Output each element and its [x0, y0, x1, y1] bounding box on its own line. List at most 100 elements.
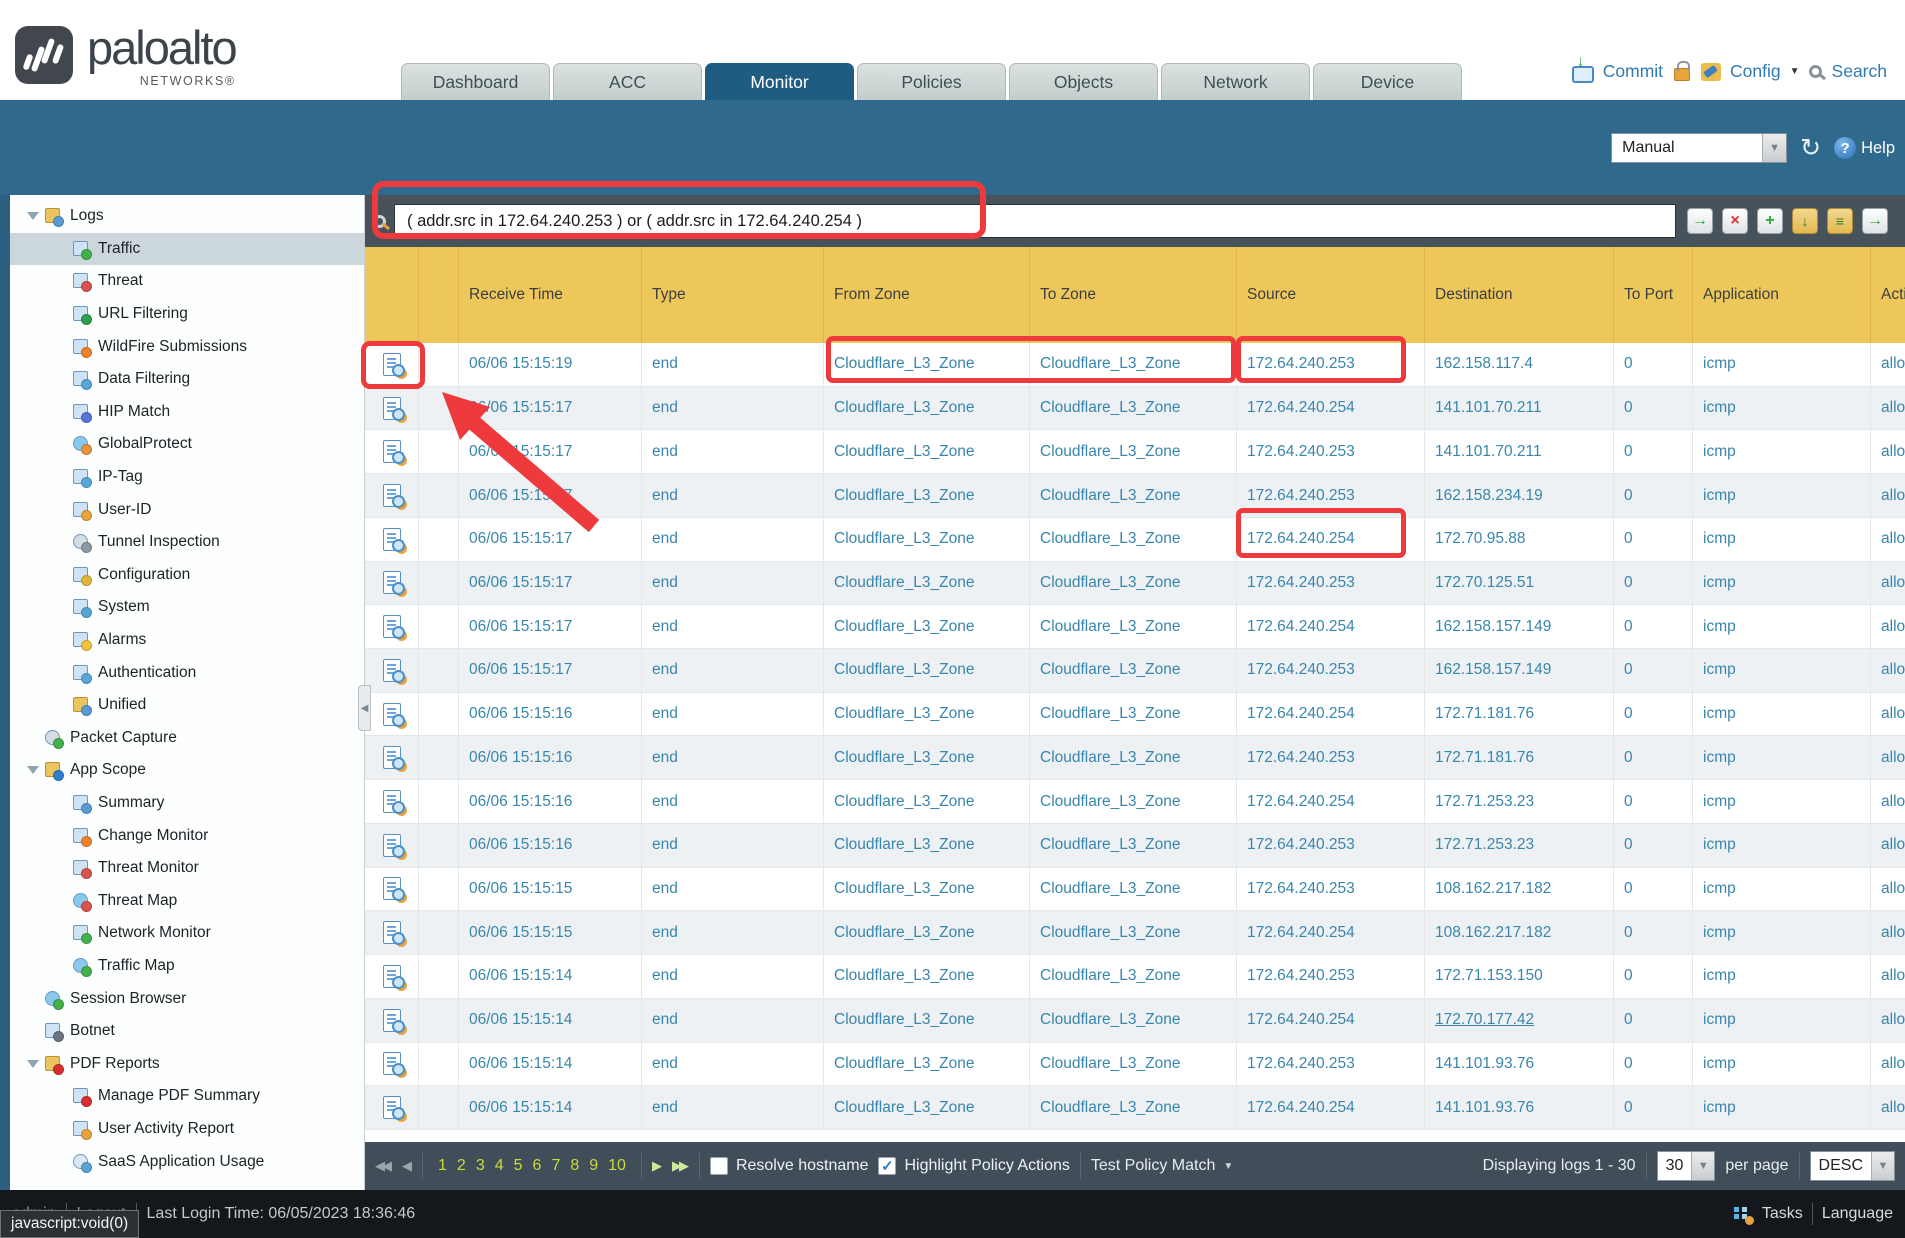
first-page-button[interactable]: ◀◀: [375, 1158, 392, 1174]
log-detail-icon[interactable]: [383, 484, 401, 507]
column-header-receive-time[interactable]: Receive Time: [459, 247, 642, 343]
save-filter-icon[interactable]: ↓: [1792, 208, 1818, 234]
page-number-4[interactable]: 4: [495, 1157, 504, 1175]
filter-input[interactable]: ( addr.src in 172.64.240.253 ) or ( addr…: [394, 204, 1676, 238]
table-row[interactable]: 06/06 15:15:17endCloudflare_L3_ZoneCloud…: [365, 387, 1905, 431]
destination-value[interactable]: 172.70.95.88: [1435, 530, 1526, 548]
column-header-blank[interactable]: [365, 247, 419, 343]
column-header-destination[interactable]: Destination: [1425, 247, 1614, 343]
sidebar-item-packet-capture[interactable]: Packet Capture: [10, 722, 364, 755]
log-detail-icon[interactable]: [383, 921, 401, 944]
log-detail-icon[interactable]: [383, 746, 401, 769]
column-header-source[interactable]: Source: [1237, 247, 1425, 343]
log-detail-icon[interactable]: [383, 571, 401, 594]
table-row[interactable]: 06/06 15:15:14endCloudflare_L3_ZoneCloud…: [365, 1043, 1905, 1087]
sidebar-item-system[interactable]: System: [10, 591, 364, 624]
add-filter-icon[interactable]: +: [1757, 208, 1783, 234]
table-row[interactable]: 06/06 15:15:16endCloudflare_L3_ZoneCloud…: [365, 780, 1905, 824]
sidebar-item-threat-map[interactable]: Threat Map: [10, 884, 364, 917]
sidebar-item-change-monitor[interactable]: Change Monitor: [10, 819, 364, 852]
source-value[interactable]: 172.64.240.253: [1247, 880, 1355, 898]
sidebar-item-summary[interactable]: Summary: [10, 787, 364, 820]
destination-value[interactable]: 172.70.125.51: [1435, 574, 1534, 592]
column-header-from-zone[interactable]: From Zone: [824, 247, 1030, 343]
log-detail-icon[interactable]: [383, 1009, 401, 1032]
sidebar-item-session-browser[interactable]: Session Browser: [10, 982, 364, 1015]
log-detail-icon[interactable]: [383, 528, 401, 551]
page-number-2[interactable]: 2: [457, 1157, 466, 1175]
column-header-application[interactable]: Application: [1693, 247, 1871, 343]
apply-filter-icon[interactable]: →: [1687, 208, 1713, 234]
page-number-1[interactable]: 1: [438, 1157, 447, 1175]
select-arrow-icon[interactable]: ▼: [1871, 1152, 1894, 1180]
log-detail-icon[interactable]: [383, 1052, 401, 1075]
log-detail-icon[interactable]: [383, 353, 401, 376]
sidebar-item-threat-monitor[interactable]: Threat Monitor: [10, 852, 364, 885]
page-number-6[interactable]: 6: [533, 1157, 542, 1175]
select-arrow-icon[interactable]: ▼: [1762, 134, 1786, 162]
sidebar-item-threat[interactable]: Threat: [10, 265, 364, 298]
highlight-policy-checkbox[interactable]: ✓: [878, 1157, 896, 1175]
log-detail-icon[interactable]: [383, 615, 401, 638]
table-row[interactable]: 06/06 15:15:15endCloudflare_L3_ZoneCloud…: [365, 868, 1905, 912]
log-detail-icon[interactable]: [383, 397, 401, 420]
sidebar-item-traffic[interactable]: Traffic: [10, 233, 364, 266]
log-detail-icon[interactable]: [383, 440, 401, 463]
page-number-9[interactable]: 9: [589, 1157, 598, 1175]
config-button[interactable]: Config: [1730, 61, 1781, 82]
source-value[interactable]: 172.64.240.253: [1247, 574, 1355, 592]
table-row[interactable]: 06/06 15:15:17endCloudflare_L3_ZoneCloud…: [365, 562, 1905, 606]
sidebar-item-configuration[interactable]: Configuration: [10, 559, 364, 592]
sidebar-item-data-filtering[interactable]: Data Filtering: [10, 363, 364, 396]
sidebar-collapse-handle[interactable]: ◀: [358, 685, 371, 731]
sidebar-item-botnet[interactable]: Botnet: [10, 1015, 364, 1048]
sidebar-item-hip-match[interactable]: HIP Match: [10, 396, 364, 429]
sidebar-item-tunnel-inspection[interactable]: Tunnel Inspection: [10, 526, 364, 559]
sidebar-item-saas-application-usage[interactable]: SaaS Application Usage: [10, 1145, 364, 1178]
sidebar-item-network-monitor[interactable]: Network Monitor: [10, 917, 364, 950]
column-header-blank[interactable]: [419, 247, 459, 343]
source-value[interactable]: 172.64.240.253: [1247, 487, 1355, 505]
source-value[interactable]: 172.64.240.253: [1247, 355, 1355, 373]
destination-value[interactable]: 172.71.253.23: [1435, 793, 1534, 811]
destination-value[interactable]: 141.101.93.76: [1435, 1099, 1534, 1117]
table-row[interactable]: 06/06 15:15:16endCloudflare_L3_ZoneCloud…: [365, 693, 1905, 737]
tab-device[interactable]: Device: [1313, 63, 1462, 100]
source-value[interactable]: 172.64.240.253: [1247, 836, 1355, 854]
table-row[interactable]: 06/06 15:15:16endCloudflare_L3_ZoneCloud…: [365, 824, 1905, 868]
log-detail-icon[interactable]: [383, 659, 401, 682]
sidebar-item-url-filtering[interactable]: URL Filtering: [10, 298, 364, 331]
tab-objects[interactable]: Objects: [1009, 63, 1158, 100]
sidebar-item-logs[interactable]: Logs: [10, 200, 364, 233]
source-value[interactable]: 172.64.240.254: [1247, 924, 1355, 942]
destination-value[interactable]: 172.71.253.23: [1435, 836, 1534, 854]
sidebar-item-traffic-map[interactable]: Traffic Map: [10, 950, 364, 983]
table-row[interactable]: 06/06 15:15:16endCloudflare_L3_ZoneCloud…: [365, 736, 1905, 780]
log-detail-icon[interactable]: [383, 790, 401, 813]
source-value[interactable]: 172.64.240.254: [1247, 705, 1355, 723]
table-row[interactable]: 06/06 15:15:14endCloudflare_L3_ZoneCloud…: [365, 1086, 1905, 1130]
page-number-3[interactable]: 3: [476, 1157, 485, 1175]
config-caret-icon[interactable]: ▼: [1790, 66, 1800, 77]
resolve-hostname-checkbox[interactable]: [710, 1157, 728, 1175]
source-value[interactable]: 172.64.240.254: [1247, 530, 1355, 548]
source-value[interactable]: 172.64.240.253: [1247, 443, 1355, 461]
sidebar-item-unified[interactable]: Unified: [10, 689, 364, 722]
column-header-to-zone[interactable]: To Zone: [1030, 247, 1237, 343]
commit-button[interactable]: Commit: [1603, 61, 1663, 82]
sidebar-item-globalprotect[interactable]: GlobalProtect: [10, 428, 364, 461]
page-number-8[interactable]: 8: [570, 1157, 579, 1175]
sidebar-item-wildfire-submissions[interactable]: WildFire Submissions: [10, 330, 364, 363]
sidebar-item-manage-pdf-summary[interactable]: Manage PDF Summary: [10, 1080, 364, 1113]
sidebar-item-ip-tag[interactable]: IP-Tag: [10, 461, 364, 494]
prev-page-button[interactable]: ◀: [402, 1158, 412, 1174]
destination-value[interactable]: 162.158.234.19: [1435, 487, 1543, 505]
destination-value[interactable]: 162.158.157.149: [1435, 661, 1551, 679]
table-row[interactable]: 06/06 15:15:19endCloudflare_L3_ZoneCloud…: [365, 343, 1905, 387]
source-value[interactable]: 172.64.240.254: [1247, 618, 1355, 636]
source-value[interactable]: 172.64.240.253: [1247, 1055, 1355, 1073]
tab-policies[interactable]: Policies: [857, 63, 1006, 100]
next-page-button[interactable]: ▶: [652, 1158, 662, 1174]
destination-value[interactable]: 172.71.181.76: [1435, 749, 1534, 767]
sidebar-item-authentication[interactable]: Authentication: [10, 656, 364, 689]
